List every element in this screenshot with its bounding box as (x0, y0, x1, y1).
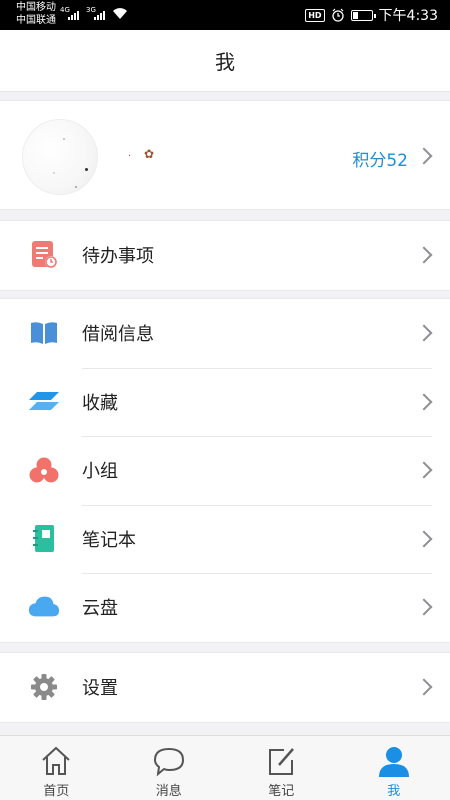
battery-icon (350, 9, 376, 21)
menu-item-cloud[interactable]: 云盘 (0, 573, 450, 642)
bottom-tab-bar: 首页 消息 笔记 我 (0, 735, 450, 800)
todo-icon (28, 239, 60, 271)
page-header: 我 (0, 30, 450, 92)
menu-group-main: 借阅信息 收藏 小组 笔记本 云盘 (0, 298, 450, 643)
menu-item-notebook[interactable]: 笔记本 (0, 504, 450, 574)
message-icon (153, 747, 184, 777)
menu-label-borrow: 借阅信息 (82, 324, 154, 346)
nickname-mark-icon: · (128, 151, 132, 162)
menu-group-settings: 设置 (0, 652, 450, 723)
profile-card[interactable]: · ✿ 积分52 (0, 100, 450, 210)
group-icon (28, 454, 60, 486)
tab-me[interactable]: 我 (338, 736, 450, 800)
chevron-right-icon (415, 530, 433, 548)
menu-label-todo: 待办事项 (82, 246, 154, 268)
chevron-right-icon (415, 147, 433, 165)
status-bar: 中国移动 中国联通 4G 3G HD 下午4:33 (0, 0, 450, 30)
hd-badge: HD (305, 8, 325, 22)
carrier-2: 中国联通 (16, 15, 56, 26)
status-time: 下午4:33 (378, 8, 438, 24)
menu-item-todo[interactable]: 待办事项 (0, 221, 450, 290)
menu-item-group[interactable]: 小组 (0, 436, 450, 505)
chevron-right-icon (415, 246, 433, 264)
signal-icon-2 (94, 8, 105, 20)
user-icon (378, 747, 409, 777)
avatar[interactable] (22, 119, 98, 195)
chevron-right-icon (415, 678, 433, 696)
wifi-icon (113, 8, 127, 19)
menu-item-borrow[interactable]: 借阅信息 (0, 299, 450, 368)
chevron-right-icon (415, 324, 433, 342)
alarm-icon (331, 8, 344, 22)
tab-label-messages: 消息 (155, 784, 182, 799)
book-icon (28, 317, 60, 349)
chevron-right-icon (415, 393, 433, 411)
tab-label-me: 我 (387, 784, 401, 799)
tab-label-home: 首页 (43, 784, 70, 799)
chevron-right-icon (415, 461, 433, 479)
menu-label-cloud: 云盘 (82, 598, 118, 620)
edit-icon (269, 748, 295, 775)
menu-group-todo: 待办事项 (0, 220, 450, 291)
points-label[interactable]: 积分52 (352, 146, 408, 171)
notebook-icon (28, 523, 60, 555)
menu-label-settings: 设置 (82, 678, 118, 700)
layers-icon (28, 386, 60, 418)
signal-icon (68, 8, 79, 20)
tab-label-notes: 笔记 (268, 784, 295, 799)
chevron-right-icon (415, 598, 433, 616)
menu-item-favorites[interactable]: 收藏 (0, 367, 450, 437)
nickname-flower-icon: ✿ (144, 147, 155, 161)
menu-label-group: 小组 (82, 461, 118, 483)
carrier-1: 中国移动 (16, 2, 56, 13)
tab-notes[interactable]: 笔记 (225, 736, 338, 800)
tab-home[interactable]: 首页 (0, 736, 113, 800)
gear-icon (28, 671, 60, 703)
tab-messages[interactable]: 消息 (113, 736, 226, 800)
menu-label-notebook: 笔记本 (82, 529, 136, 551)
cloud-icon (28, 591, 60, 623)
carrier-info: 中国移动 中国联通 (16, 1, 56, 27)
page-title: 我 (215, 50, 235, 74)
menu-item-settings[interactable]: 设置 (0, 653, 450, 722)
home-icon (42, 746, 70, 775)
menu-label-favorites: 收藏 (82, 392, 118, 414)
